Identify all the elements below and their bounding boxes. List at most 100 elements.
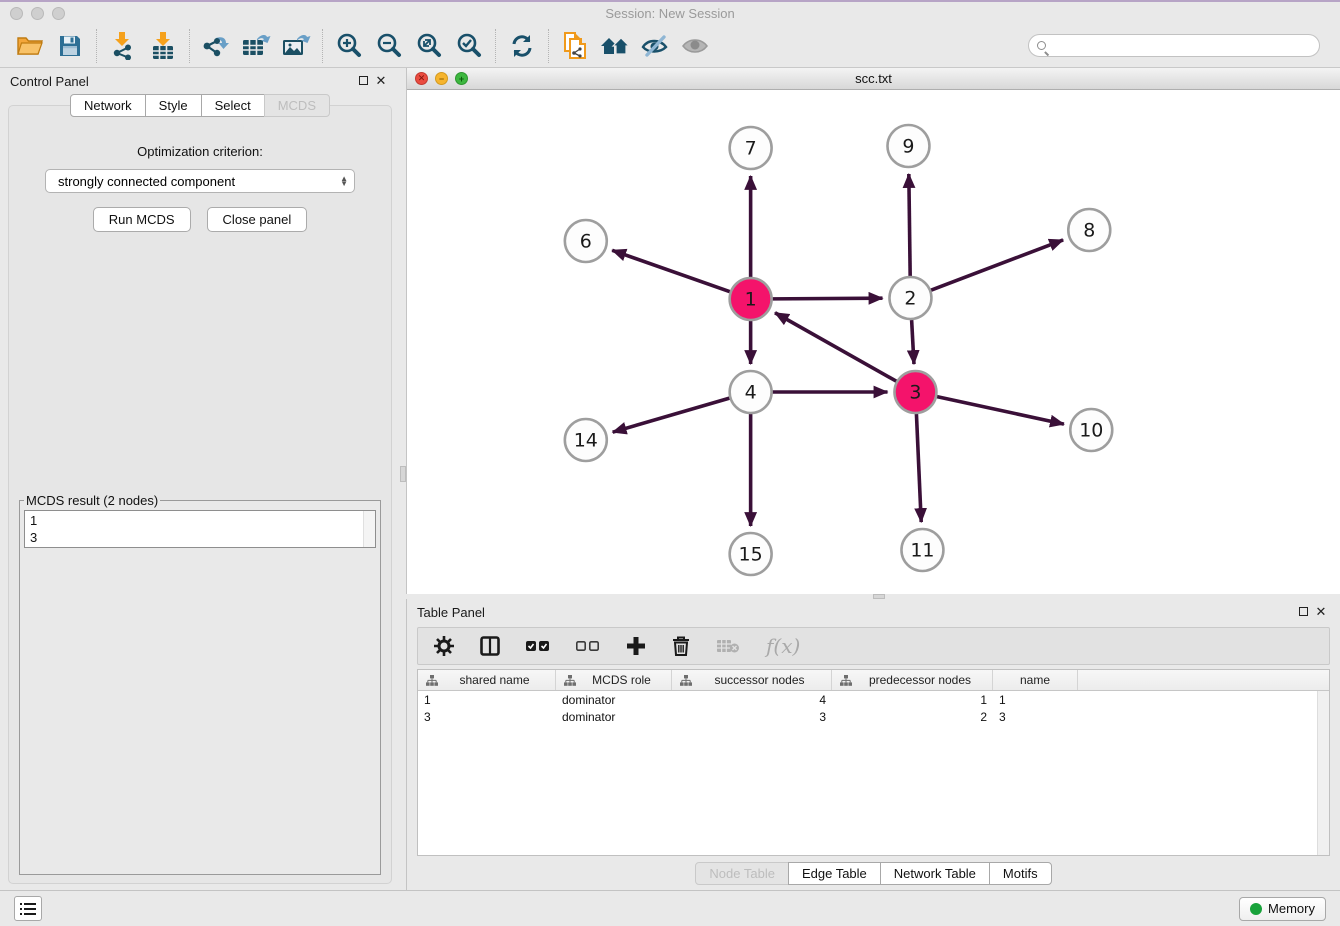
svg-text:4: 4 bbox=[745, 381, 757, 403]
deselect-all-columns-icon[interactable] bbox=[576, 639, 600, 653]
delete-table-disabled-icon bbox=[716, 638, 740, 654]
search-input[interactable] bbox=[1046, 35, 1319, 56]
close-panel-button[interactable]: Close panel bbox=[207, 207, 308, 232]
graph-edge-1-6[interactable] bbox=[612, 250, 730, 291]
network-canvas[interactable]: 7 9 6 8 1 2 4 3 14 10 15 11 bbox=[407, 90, 1340, 594]
graph-edge-4-14[interactable] bbox=[613, 398, 730, 432]
graph-node-10[interactable]: 10 bbox=[1070, 409, 1112, 451]
network-close-icon[interactable]: ✕ bbox=[415, 72, 428, 85]
toolbar-separator bbox=[548, 29, 549, 63]
graph-edge-3-10[interactable] bbox=[937, 397, 1064, 424]
graph-edge-1-2[interactable] bbox=[773, 298, 883, 299]
column-header-successor-nodes[interactable]: successor nodes bbox=[672, 670, 832, 690]
graph-edge-2-8[interactable] bbox=[931, 240, 1063, 290]
graph-node-9[interactable]: 9 bbox=[887, 125, 929, 167]
vertical-splitter[interactable] bbox=[400, 68, 406, 890]
control-panel-title: Control Panel bbox=[10, 74, 354, 89]
network-minimize-icon[interactable]: − bbox=[435, 72, 448, 85]
network-home-icon[interactable] bbox=[595, 28, 635, 64]
export-image-icon[interactable] bbox=[276, 28, 316, 64]
split-table-columns-icon[interactable] bbox=[480, 636, 500, 656]
result-scrollbar[interactable] bbox=[363, 511, 375, 547]
delete-column-icon[interactable] bbox=[672, 636, 690, 656]
graph-edge-3-1[interactable] bbox=[775, 313, 896, 381]
network-maximize-icon[interactable]: + bbox=[455, 72, 468, 85]
svg-text:7: 7 bbox=[745, 137, 757, 159]
graph-edge-2-9[interactable] bbox=[909, 174, 910, 276]
graph-node-2[interactable]: 2 bbox=[889, 277, 931, 319]
table-scrollbar[interactable] bbox=[1317, 691, 1329, 855]
float-panel-icon[interactable] bbox=[354, 74, 372, 88]
hide-selected-eye-icon[interactable] bbox=[635, 28, 675, 64]
duplicate-network-icon[interactable] bbox=[555, 28, 595, 64]
tab-node-table[interactable]: Node Table bbox=[695, 862, 789, 885]
table-cell: 1 bbox=[832, 693, 993, 707]
memory-button[interactable]: Memory bbox=[1239, 897, 1326, 921]
open-session-icon[interactable] bbox=[10, 28, 50, 64]
graph-node-1[interactable]: 1 bbox=[730, 278, 772, 320]
graph-node-6[interactable]: 6 bbox=[565, 220, 607, 262]
import-network-icon[interactable] bbox=[103, 28, 143, 64]
tab-style[interactable]: Style bbox=[145, 94, 202, 117]
column-header-name[interactable]: name bbox=[993, 670, 1078, 690]
zoom-out-icon[interactable] bbox=[369, 28, 409, 64]
splitter-handle[interactable] bbox=[873, 594, 885, 599]
table-cell: 2 bbox=[832, 710, 993, 724]
toolbar-separator bbox=[495, 29, 496, 63]
graph-node-3[interactable]: 3 bbox=[894, 371, 936, 413]
table-row[interactable]: 3dominator323 bbox=[418, 708, 1329, 725]
table-cell: 3 bbox=[993, 710, 1078, 724]
column-header-MCDS-role[interactable]: MCDS role bbox=[556, 670, 672, 690]
graph-node-15[interactable]: 15 bbox=[730, 533, 772, 575]
show-all-eye-icon[interactable] bbox=[675, 28, 715, 64]
column-header-predecessor-nodes[interactable]: predecessor nodes bbox=[832, 670, 993, 690]
criterion-select[interactable]: strongly connected component ▲▼ bbox=[45, 169, 355, 193]
toolbar-separator bbox=[96, 29, 97, 63]
network-window-title: scc.txt bbox=[407, 71, 1340, 86]
run-mcds-button[interactable]: Run MCDS bbox=[93, 207, 191, 232]
graph-node-11[interactable]: 11 bbox=[901, 529, 943, 571]
table-cell: 1 bbox=[993, 693, 1078, 707]
tab-edge-table[interactable]: Edge Table bbox=[788, 862, 881, 885]
tab-motifs[interactable]: Motifs bbox=[989, 862, 1052, 885]
table-cell: 3 bbox=[418, 710, 556, 724]
horizontal-splitter[interactable] bbox=[406, 594, 1340, 599]
close-panel-icon[interactable]: ✕ bbox=[372, 73, 390, 89]
table-cell: 3 bbox=[672, 710, 832, 724]
tab-network[interactable]: Network bbox=[70, 94, 146, 117]
splitter-handle[interactable] bbox=[400, 466, 406, 482]
zoom-in-icon[interactable] bbox=[329, 28, 369, 64]
float-panel-icon[interactable] bbox=[1294, 605, 1312, 619]
table-settings-gear-icon[interactable] bbox=[434, 636, 454, 656]
app-window: Session: New Session bbox=[0, 0, 1340, 926]
mcds-result-list[interactable]: 1 3 bbox=[24, 510, 376, 548]
import-table-icon[interactable] bbox=[143, 28, 183, 64]
graph-edge-2-3[interactable] bbox=[912, 320, 914, 364]
graph-node-4[interactable]: 4 bbox=[730, 371, 772, 413]
save-session-icon[interactable] bbox=[50, 28, 90, 64]
zoom-fit-icon[interactable] bbox=[409, 28, 449, 64]
column-header-shared-name[interactable]: shared name bbox=[418, 670, 556, 690]
table-cell: dominator bbox=[556, 710, 672, 724]
export-table-icon[interactable] bbox=[236, 28, 276, 64]
svg-text:1: 1 bbox=[745, 288, 757, 310]
graph-node-8[interactable]: 8 bbox=[1068, 209, 1110, 251]
close-panel-icon[interactable]: ✕ bbox=[1312, 604, 1330, 620]
tab-select[interactable]: Select bbox=[201, 94, 265, 117]
tab-network-table[interactable]: Network Table bbox=[880, 862, 990, 885]
window-titlebar: Session: New Session bbox=[0, 2, 1340, 24]
graph-edge-3-11[interactable] bbox=[916, 414, 921, 522]
svg-text:6: 6 bbox=[580, 230, 592, 252]
select-all-columns-icon[interactable] bbox=[526, 639, 550, 653]
graph-node-14[interactable]: 14 bbox=[565, 419, 607, 461]
zoom-selected-icon[interactable] bbox=[449, 28, 489, 64]
refresh-network-icon[interactable] bbox=[502, 28, 542, 64]
search-box bbox=[1028, 34, 1320, 57]
table-row[interactable]: 1dominator411 bbox=[418, 691, 1329, 708]
tab-mcds[interactable]: MCDS bbox=[264, 94, 330, 117]
task-history-button[interactable] bbox=[14, 896, 42, 921]
graph-node-7[interactable]: 7 bbox=[730, 127, 772, 169]
export-network-icon[interactable] bbox=[196, 28, 236, 64]
network-graph[interactable]: 7 9 6 8 1 2 4 3 14 10 15 11 bbox=[407, 90, 1340, 594]
add-column-icon[interactable] bbox=[626, 636, 646, 656]
